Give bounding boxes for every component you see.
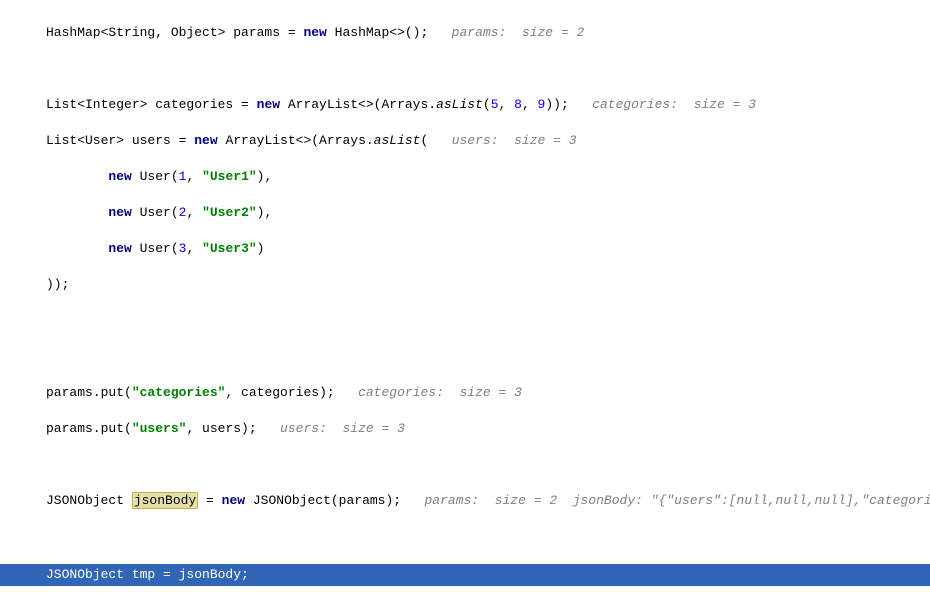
current-exec-line: JSONObject tmp = jsonBody;: [0, 564, 930, 586]
code-block: HashMap<String, Object> params = new Has…: [0, 6, 930, 595]
code-editor[interactable]: HashMap<String, Object> params = new Has…: [0, 0, 930, 595]
